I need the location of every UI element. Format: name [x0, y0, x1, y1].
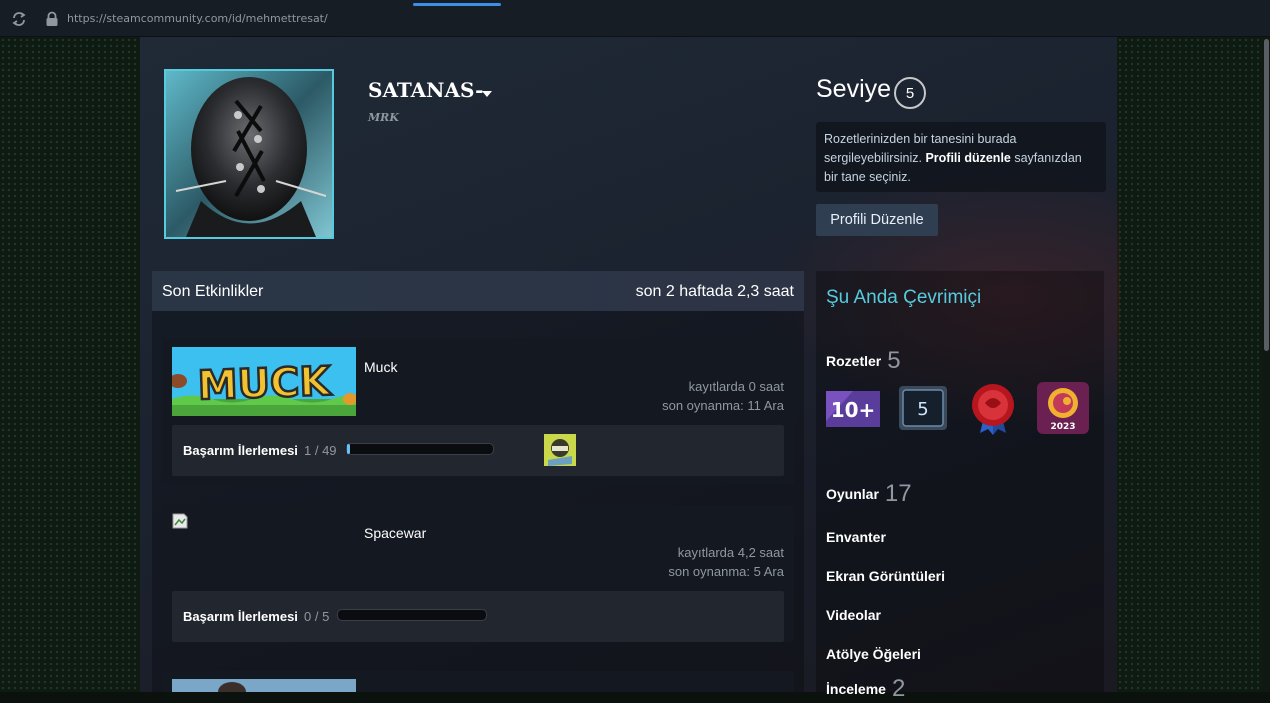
edit-profile-link[interactable]: Profili düzenle: [925, 151, 1010, 165]
level-5-badge[interactable]: 5: [896, 381, 950, 435]
recent-activity-title: Son Etkinlikler: [162, 283, 264, 300]
achievement-label: Başarım İlerlemesi: [183, 609, 298, 624]
featured-badge-info: Rozetlerinizden bir tanesini burada serg…: [816, 122, 1106, 192]
chevron-down-icon[interactable]: [482, 91, 492, 97]
badges-link[interactable]: Rozetler 5: [826, 347, 901, 375]
profile-page: SATANAS- MRK Seviye 5 Rozetlerinizden bi…: [140, 37, 1120, 702]
achievement-label: Başarım İlerlemesi: [183, 443, 298, 458]
scrollbar-thumb[interactable]: [1264, 39, 1269, 351]
game-capsule-muck[interactable]: MUCK: [172, 347, 356, 416]
wax-seal-badge[interactable]: [966, 381, 1020, 435]
achievement-progress-bar: [346, 443, 494, 455]
achievement-progress-fill: [347, 444, 350, 454]
recent-activity-header: Son Etkinlikler son 2 haftada 2,3 saat: [152, 271, 804, 311]
games-count: 17: [884, 480, 912, 507]
inventory-link[interactable]: Envanter: [826, 529, 886, 545]
reviews-count: 2: [891, 675, 906, 702]
badge-label: 10+: [831, 398, 876, 422]
game-capsule[interactable]: [172, 679, 356, 692]
game-card: [162, 671, 794, 692]
game-capsule-logo: MUCK: [197, 359, 333, 410]
game-card: Spacewar kayıtlarda 4,2 saat son oynanma…: [162, 505, 794, 642]
achievement-count: 1 / 49: [304, 443, 337, 458]
active-tab-indicator: [413, 3, 501, 6]
page-background-left: [0, 37, 140, 692]
game-name[interactable]: Spacewar: [364, 525, 426, 541]
profile-sidebar: Şu Anda Çevrimiçi Rozetler5 10+ 5 2023: [816, 271, 1104, 702]
lock-icon: [46, 11, 58, 26]
real-name: MRK: [368, 111, 399, 124]
achievement-icon[interactable]: [544, 434, 576, 466]
reviews-link[interactable]: İnceleme 2: [826, 675, 905, 703]
achievement-progress[interactable]: Başarım İlerlemesi 0 / 5: [172, 591, 784, 642]
badge-label: 5: [917, 399, 928, 420]
achievement-progress-bar: [337, 609, 487, 621]
game-hours: kayıtlarda 0 saat: [688, 379, 784, 394]
game-last-played: son oynanma: 5 Ara: [668, 564, 784, 579]
avatar[interactable]: [164, 69, 334, 239]
years-of-service-badge[interactable]: 10+: [826, 381, 880, 435]
badges-count: 5: [887, 347, 901, 374]
page-background-right: [1117, 37, 1270, 692]
achievement-count: 0 / 5: [304, 609, 330, 624]
address-bar-url[interactable]: https://steamcommunity.com/id/mehmettres…: [67, 12, 328, 25]
game-name[interactable]: Muck: [364, 359, 397, 375]
achievement-progress[interactable]: Başarım İlerlemesi 1 / 49: [172, 425, 784, 476]
game-card: MUCK Muck kayıtlarda 0 saat son oynanma:…: [162, 339, 794, 484]
browser-toolbar: https://steamcommunity.com/id/mehmettres…: [0, 0, 1270, 37]
game-hours: kayıtlarda 4,2 saat: [677, 545, 784, 560]
persona-name[interactable]: SATANAS-: [368, 78, 483, 102]
reload-icon[interactable]: [11, 11, 27, 27]
workshop-link[interactable]: Atölye Öğeleri: [826, 646, 921, 662]
game-last-played: son oynanma: 11 Ara: [662, 398, 784, 413]
videos-link[interactable]: Videolar: [826, 607, 881, 623]
level-label: Seviye: [816, 75, 892, 103]
avatar-image: [166, 71, 332, 237]
online-status: Şu Anda Çevrimiçi: [826, 287, 982, 308]
broken-image-icon: [172, 513, 188, 529]
recent-activity-hours: son 2 haftada 2,3 saat: [635, 283, 794, 300]
badge-label: 2023: [1050, 422, 1075, 432]
level-badge[interactable]: 5: [894, 77, 926, 109]
games-link[interactable]: Oyunlar 17: [826, 480, 912, 508]
screenshots-link[interactable]: Ekran Görüntüleri: [826, 568, 945, 584]
edit-profile-button[interactable]: Profili Düzenle: [816, 204, 938, 236]
steam-2023-badge[interactable]: 2023: [1036, 381, 1090, 435]
